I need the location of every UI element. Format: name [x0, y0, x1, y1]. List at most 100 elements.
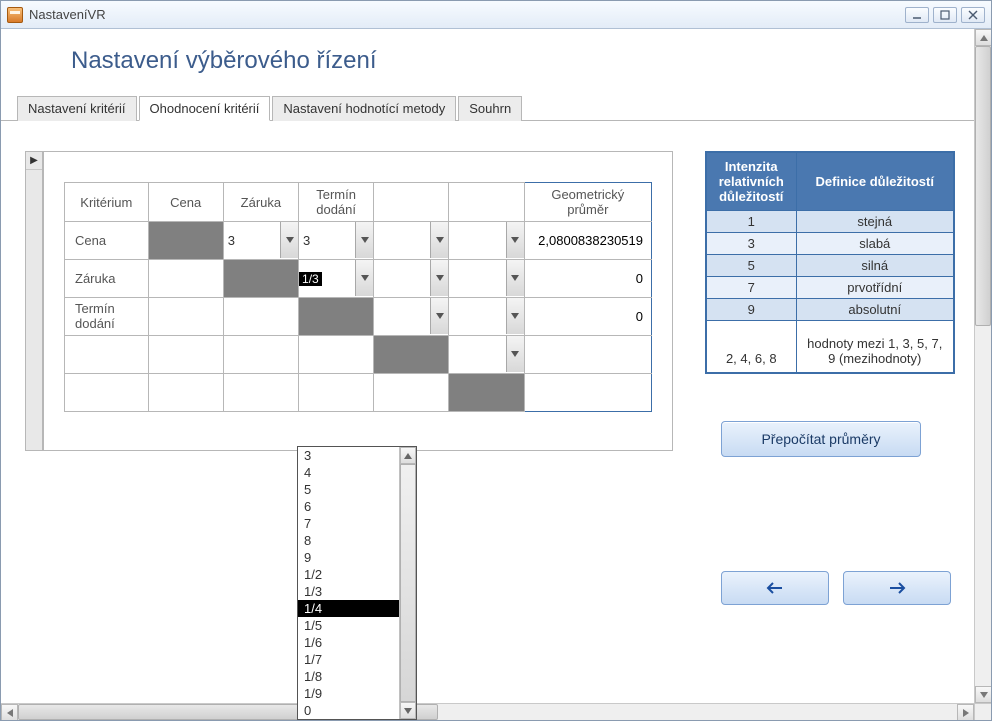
value-cell[interactable]: [449, 222, 524, 260]
value-cell[interactable]: [223, 374, 298, 412]
dropdown-button[interactable]: [506, 298, 524, 334]
scroll-thumb[interactable]: [400, 464, 416, 702]
tab-summary[interactable]: Souhrn: [458, 96, 522, 121]
value-cell[interactable]: [374, 260, 449, 298]
dropdown-list[interactable]: 34567891/21/31/41/51/61/71/81/90: [297, 446, 417, 720]
dropdown-item[interactable]: 1/9: [298, 685, 399, 702]
dropdown-item[interactable]: 8: [298, 532, 399, 549]
intensity-footer-val: hodnoty mezi 1, 3, 5, 7, 9 (mezihodnoty): [796, 321, 954, 373]
value-cell[interactable]: [148, 374, 223, 412]
cell-value: 3: [224, 231, 239, 250]
value-cell[interactable]: [449, 260, 524, 298]
dropdown-item[interactable]: 1/2: [298, 566, 399, 583]
dropdown-item[interactable]: 1/7: [298, 651, 399, 668]
dropdown-button[interactable]: [430, 260, 448, 296]
horizontal-scrollbar[interactable]: [1, 703, 974, 720]
next-button[interactable]: [843, 571, 951, 605]
scroll-left-button[interactable]: [1, 704, 18, 720]
value-cell[interactable]: 3: [223, 222, 298, 260]
value-cell[interactable]: [148, 336, 223, 374]
geo-mean-cell: [524, 336, 651, 374]
value-cell[interactable]: [374, 222, 449, 260]
intensity-key: 1: [706, 211, 796, 233]
dropdown-item[interactable]: 1/6: [298, 634, 399, 651]
prev-button[interactable]: [721, 571, 829, 605]
geo-mean-cell: [524, 374, 651, 412]
scroll-down-button[interactable]: [975, 686, 991, 703]
scroll-up-button[interactable]: [400, 447, 416, 464]
scroll-down-button[interactable]: [400, 702, 416, 719]
criteria-header-col: Záruka: [223, 183, 298, 222]
dropdown-item[interactable]: 1/4: [298, 600, 399, 617]
value-cell[interactable]: [299, 374, 374, 412]
value-cell[interactable]: [148, 298, 223, 336]
value-cell[interactable]: [374, 374, 449, 412]
dropdown-scrollbar[interactable]: [399, 447, 416, 719]
dropdown-item[interactable]: 1/8: [298, 668, 399, 685]
row-label: Záruka: [65, 260, 149, 298]
scroll-right-button[interactable]: [957, 704, 974, 720]
app-window: NastaveníVR Nastavení výběrového řízení …: [0, 0, 992, 721]
dropdown-item[interactable]: 4: [298, 464, 399, 481]
dropdown-item[interactable]: 1/3: [298, 583, 399, 600]
value-cell[interactable]: [223, 298, 298, 336]
intensity-key: 5: [706, 255, 796, 277]
value-cell[interactable]: [299, 336, 374, 374]
dropdown-item[interactable]: 1/5: [298, 617, 399, 634]
geo-mean-cell: 2,0800838230519: [524, 222, 651, 260]
tab-method-settings[interactable]: Nastavení hodnotící metody: [272, 96, 456, 121]
maximize-button[interactable]: [933, 7, 957, 23]
dropdown-item[interactable]: 3: [298, 447, 399, 464]
dropdown-item[interactable]: 0: [298, 702, 399, 719]
table-row: Záruka 1/3 0: [65, 260, 652, 298]
record-current-icon: ▶: [26, 152, 42, 170]
intensity-val: prvotřídní: [796, 277, 954, 299]
dropdown-button[interactable]: [430, 298, 448, 334]
intensity-val: stejná: [796, 211, 954, 233]
tab-criteria-scoring[interactable]: Ohodnocení kritérií: [139, 96, 271, 121]
row-label: [65, 374, 149, 412]
value-cell[interactable]: [449, 336, 524, 374]
criteria-header-geo: Geometrický průměr: [524, 183, 651, 222]
intensity-val: absolutní: [796, 299, 954, 321]
dropdown-button[interactable]: [506, 222, 524, 258]
intensity-key: 9: [706, 299, 796, 321]
app-icon: [7, 7, 23, 23]
record-selector[interactable]: ▶: [25, 151, 43, 451]
value-cell[interactable]: [374, 298, 449, 336]
value-cell[interactable]: [223, 336, 298, 374]
vertical-scrollbar[interactable]: [974, 29, 991, 703]
content-area: Nastavení výběrového řízení Nastavení kr…: [1, 29, 991, 720]
recalculate-button[interactable]: Přepočítat průměry: [721, 421, 921, 457]
dropdown-item[interactable]: 7: [298, 515, 399, 532]
criteria-header-col: [374, 183, 449, 222]
scroll-thumb[interactable]: [975, 46, 991, 326]
criteria-header-col: [449, 183, 524, 222]
dropdown-item[interactable]: 9: [298, 549, 399, 566]
dropdown-button[interactable]: [355, 260, 373, 296]
row-label: Termín dodání: [65, 298, 149, 336]
intensity-key: 7: [706, 277, 796, 299]
tab-criteria-settings[interactable]: Nastavení kritérií: [17, 96, 137, 121]
titlebar: NastaveníVR: [1, 1, 991, 29]
diagonal-cell: [148, 222, 223, 260]
dropdown-button[interactable]: [280, 222, 298, 258]
value-cell[interactable]: 1/3: [299, 260, 374, 298]
minimize-button[interactable]: [905, 7, 929, 23]
window-title: NastaveníVR: [29, 7, 899, 22]
dropdown-button[interactable]: [506, 336, 524, 372]
close-button[interactable]: [961, 7, 985, 23]
dropdown-item[interactable]: 6: [298, 498, 399, 515]
scroll-up-button[interactable]: [975, 29, 991, 46]
dropdown-button[interactable]: [355, 222, 373, 258]
diagonal-cell: [299, 298, 374, 336]
value-cell[interactable]: 3: [299, 222, 374, 260]
value-cell[interactable]: [148, 260, 223, 298]
dropdown-item[interactable]: 5: [298, 481, 399, 498]
table-row: Termín dodání 0: [65, 298, 652, 336]
value-cell[interactable]: [449, 298, 524, 336]
criteria-header-col: Termín dodání: [299, 183, 374, 222]
dropdown-button[interactable]: [430, 222, 448, 258]
row-label: Cena: [65, 222, 149, 260]
dropdown-button[interactable]: [506, 260, 524, 296]
